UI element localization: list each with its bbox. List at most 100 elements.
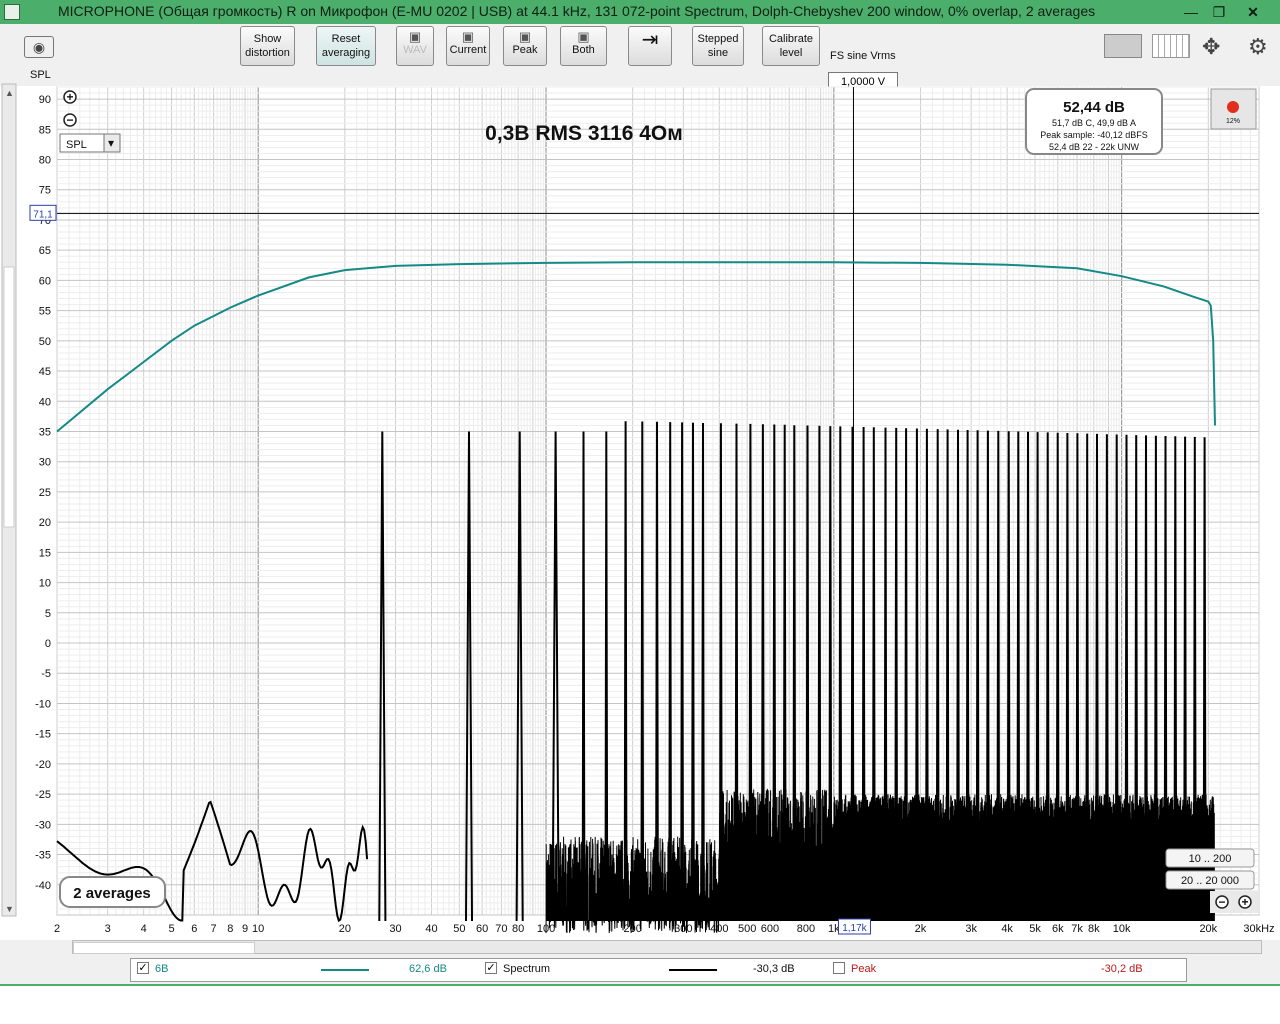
x-tick-label: 10k: [1113, 923, 1131, 935]
y-tick-label: 60: [39, 275, 51, 287]
minimize-button[interactable]: —: [1178, 1, 1204, 23]
x-tick-label: 600: [761, 923, 779, 935]
close-button[interactable]: ✕: [1240, 1, 1266, 23]
y-tick-label: 80: [39, 155, 51, 167]
legend-bar: ✓ 6B 62,6 dB ✓ Spectrum -30,3 dB Peak -3…: [130, 958, 1187, 982]
legend-6b-swatch: [321, 969, 369, 971]
x-tick-label: 2k: [915, 923, 927, 935]
cursor-y-readout: 71,1: [33, 209, 53, 220]
y-tick-label: 75: [39, 185, 51, 197]
y-tick-label: 0: [45, 638, 51, 650]
save-icon: ▣: [461, 29, 475, 44]
camera-icon[interactable]: ◉: [24, 36, 54, 58]
level-readout-peak-sample: Peak sample: -40,12 dBFS: [1040, 130, 1148, 140]
y-tick-label: 15: [39, 547, 51, 559]
level-readout-unweighted: 52,4 dB 22 - 22k UNW: [1049, 142, 1140, 152]
y-tick-label: 5: [45, 608, 51, 620]
x-tick-label: 7k: [1071, 923, 1083, 935]
y-tick-label: 50: [39, 336, 51, 348]
y-tick-label: 55: [39, 306, 51, 318]
save-peak-button[interactable]: ▣ Peak: [503, 26, 547, 66]
scrollbar-thumb[interactable]: [73, 942, 255, 954]
y-tick-label: -15: [35, 729, 51, 741]
y-tick-label: -5: [41, 668, 51, 680]
title-bar: MICROPHONE (Общая громкость) R on Микроф…: [0, 0, 1280, 24]
legend-spectrum-value: -30,3 dB: [753, 963, 795, 975]
y-unit-label: SPL: [30, 69, 51, 81]
fs-sine-label: FS sine Vrms: [830, 50, 896, 62]
bottom-edge: [0, 984, 1280, 986]
zoom-in-glyph: +: [66, 90, 73, 104]
range-20-20000-label: 20 .. 20 000: [1181, 875, 1239, 887]
graph-layout-icon[interactable]: [1104, 34, 1142, 58]
grid-layout-icon[interactable]: [1152, 34, 1190, 58]
window-title: MICROPHONE (Общая громкость) R on Микроф…: [58, 3, 1096, 19]
calibrate-level-button[interactable]: Calibrate level: [762, 26, 820, 66]
x-tick-label: 8k: [1088, 923, 1100, 935]
y-tick-label: -25: [35, 789, 51, 801]
x-tick-label: 400: [710, 923, 728, 935]
import-button[interactable]: ⇥: [628, 26, 672, 66]
show-distortion-button[interactable]: Show distortion: [240, 26, 295, 66]
scroll-down-icon: ▼: [5, 904, 14, 914]
restore-button[interactable]: ❐: [1206, 1, 1232, 23]
app-icon: [4, 4, 20, 20]
scroll-up-icon: ▲: [5, 88, 14, 98]
legend-peak-checkbox[interactable]: [833, 962, 845, 974]
x-tick-label: 20: [339, 923, 351, 935]
x-tick-label: 30kHz: [1243, 923, 1274, 935]
legend-peak-name: Peak: [851, 963, 877, 975]
x-tick-label: 6k: [1052, 923, 1064, 935]
y-tick-label: -20: [35, 759, 51, 771]
y-tick-label: 45: [39, 366, 51, 378]
legend-spectrum-name: Spectrum: [503, 963, 551, 975]
x-tick-label: 10: [252, 923, 264, 935]
y-tick-label: -35: [35, 850, 51, 862]
save-icon: ▣: [408, 29, 422, 44]
chart-title: 0,3В RMS 3116 4Ом: [485, 122, 683, 145]
x-tick-label: 4k: [1001, 923, 1013, 935]
reset-averaging-button[interactable]: Reset averaging: [316, 26, 376, 66]
gear-icon[interactable]: ⚙: [1248, 34, 1268, 60]
legend-spectrum-swatch: [669, 969, 717, 971]
y-tick-label: 30: [39, 457, 51, 469]
unit-dropdown-value: SPL: [66, 139, 87, 151]
y-tick-label: 90: [39, 94, 51, 106]
vertical-scrollbar-thumb[interactable]: [3, 266, 15, 528]
y-tick-label: 85: [39, 124, 51, 136]
range-10-200-label: 10 .. 200: [1189, 853, 1232, 865]
legend-spectrum-checkbox[interactable]: ✓: [485, 962, 497, 974]
x-tick-label: 9: [242, 923, 248, 935]
legend-6b-name: 6B: [155, 963, 169, 975]
x-tick-label: 80: [512, 923, 524, 935]
x-tick-label: 70: [495, 923, 507, 935]
legend-6b-checkbox[interactable]: ✓: [137, 962, 149, 974]
y-tick-label: -30: [35, 819, 51, 831]
x-tick-label: 3: [105, 923, 111, 935]
x-tick-label: 4: [141, 923, 147, 935]
x-tick-label: 40: [425, 923, 437, 935]
x-tick-label: 500: [738, 923, 756, 935]
horizontal-scrollbar[interactable]: [72, 940, 1262, 954]
x-tick-label: 800: [797, 923, 815, 935]
y-tick-label: 65: [39, 245, 51, 257]
save-current-button[interactable]: ▣ Current: [446, 26, 490, 66]
wav-button[interactable]: ▣ WAV: [396, 26, 434, 66]
spectrum-chart[interactable]: ▲▼908580757065605550454035302520151050-5…: [0, 62, 1280, 942]
x-tick-label: 7: [211, 923, 217, 935]
move-arrows-icon[interactable]: ✥: [1202, 34, 1220, 60]
x-tick-label: 5: [168, 923, 174, 935]
x-zoom-out-glyph: −: [1218, 895, 1225, 909]
x-tick-label: 30: [389, 923, 401, 935]
averages-label: 2 averages: [73, 885, 151, 902]
y-tick-label: 40: [39, 396, 51, 408]
save-both-button[interactable]: ▣ Both: [560, 26, 607, 66]
stepped-sine-button[interactable]: Stepped sine: [692, 26, 744, 66]
level-readout-main: 52,44 dB: [1063, 99, 1125, 116]
cursor-x-readout: 1,17k: [842, 923, 867, 934]
legend-peak-value: -30,2 dB: [1101, 963, 1143, 975]
x-tick-label: 60: [476, 923, 488, 935]
x-tick-label: 6: [191, 923, 197, 935]
y-tick-label: -10: [35, 698, 51, 710]
legend-6b-value: 62,6 dB: [409, 963, 447, 975]
